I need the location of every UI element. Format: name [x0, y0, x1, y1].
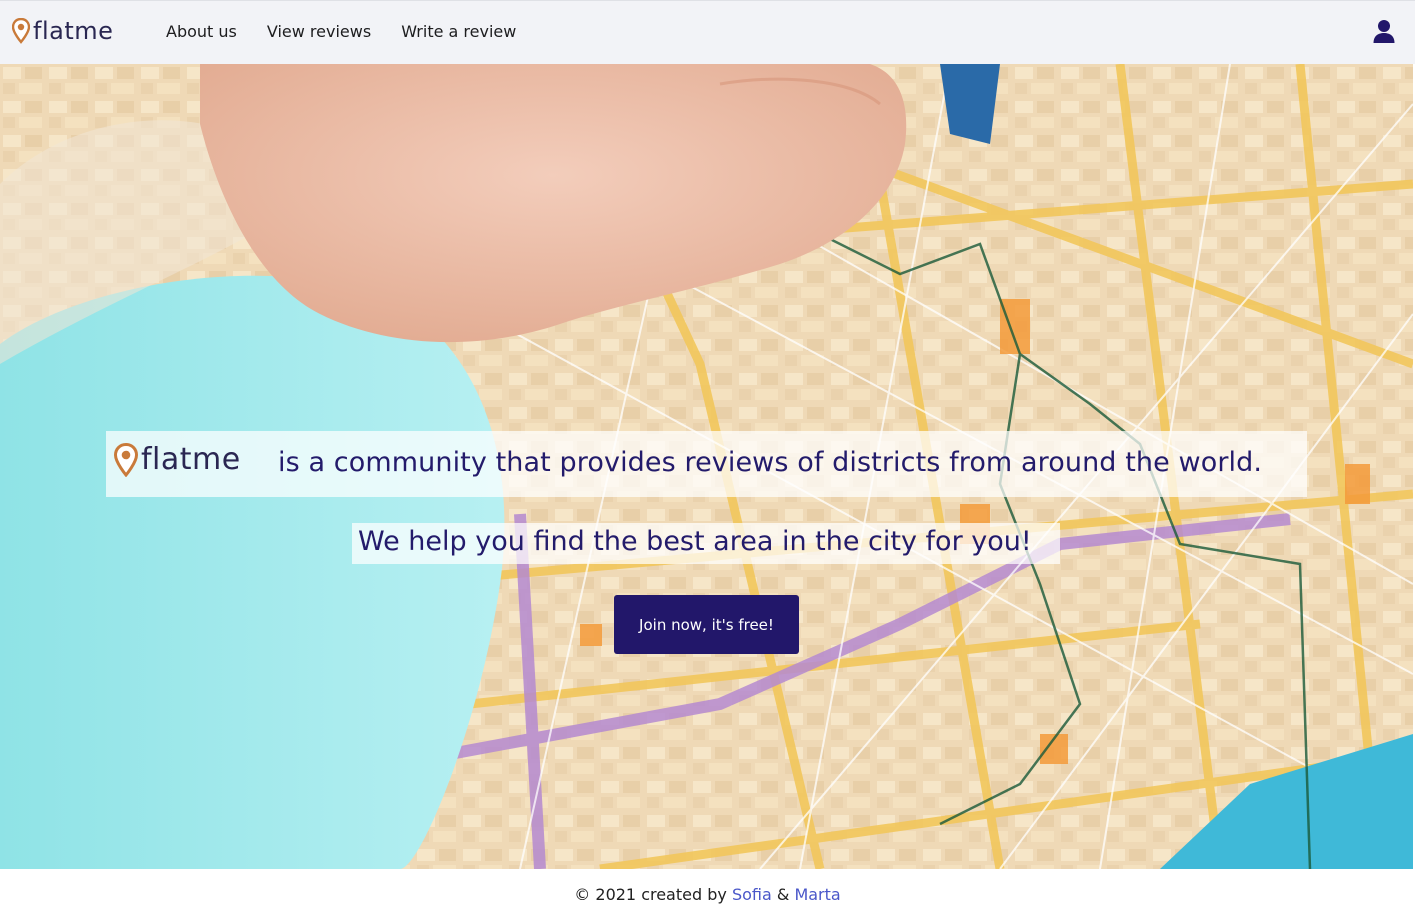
subline-text: We help you find the best area in the ci… [358, 526, 1032, 557]
nav-link-view-reviews[interactable]: View reviews [267, 21, 371, 43]
nav-link-about-us[interactable]: About us [166, 21, 237, 43]
footer-separator: & [776, 885, 790, 904]
tagline-brand-name: flatme [141, 442, 241, 477]
author-link-sofia[interactable]: Sofia [732, 885, 772, 904]
footer-credits: © 2021 created by Sofia & Marta [0, 885, 1415, 904]
footer-copyright: © 2021 created by [574, 885, 727, 904]
subline-banner: We help you find the best area in the ci… [352, 523, 1060, 564]
footer: © 2021 created by Sofia & Marta [0, 869, 1415, 910]
hero-section: flatme is a community that provides revi… [0, 64, 1413, 869]
author-link-marta[interactable]: Marta [794, 885, 840, 904]
map-pin-icon [12, 18, 30, 44]
join-now-button[interactable]: Join now, it's free! [614, 595, 799, 654]
tagline-banner: flatme is a community that provides revi… [106, 431, 1307, 497]
tagline-text: is a community that provides reviews of … [278, 447, 1263, 478]
brand-logo-link[interactable]: flatme [12, 13, 113, 49]
map-pin-icon [114, 443, 138, 477]
brand-name: flatme [33, 17, 114, 45]
navbar: flatme About us View reviews Write a rev… [0, 0, 1415, 64]
nav-link-write-review[interactable]: Write a review [401, 21, 516, 43]
nav-links: About us View reviews Write a review [166, 21, 546, 43]
tagline-logo: flatme [114, 443, 241, 477]
user-icon [1373, 20, 1395, 43]
user-account-button[interactable] [1372, 19, 1396, 45]
